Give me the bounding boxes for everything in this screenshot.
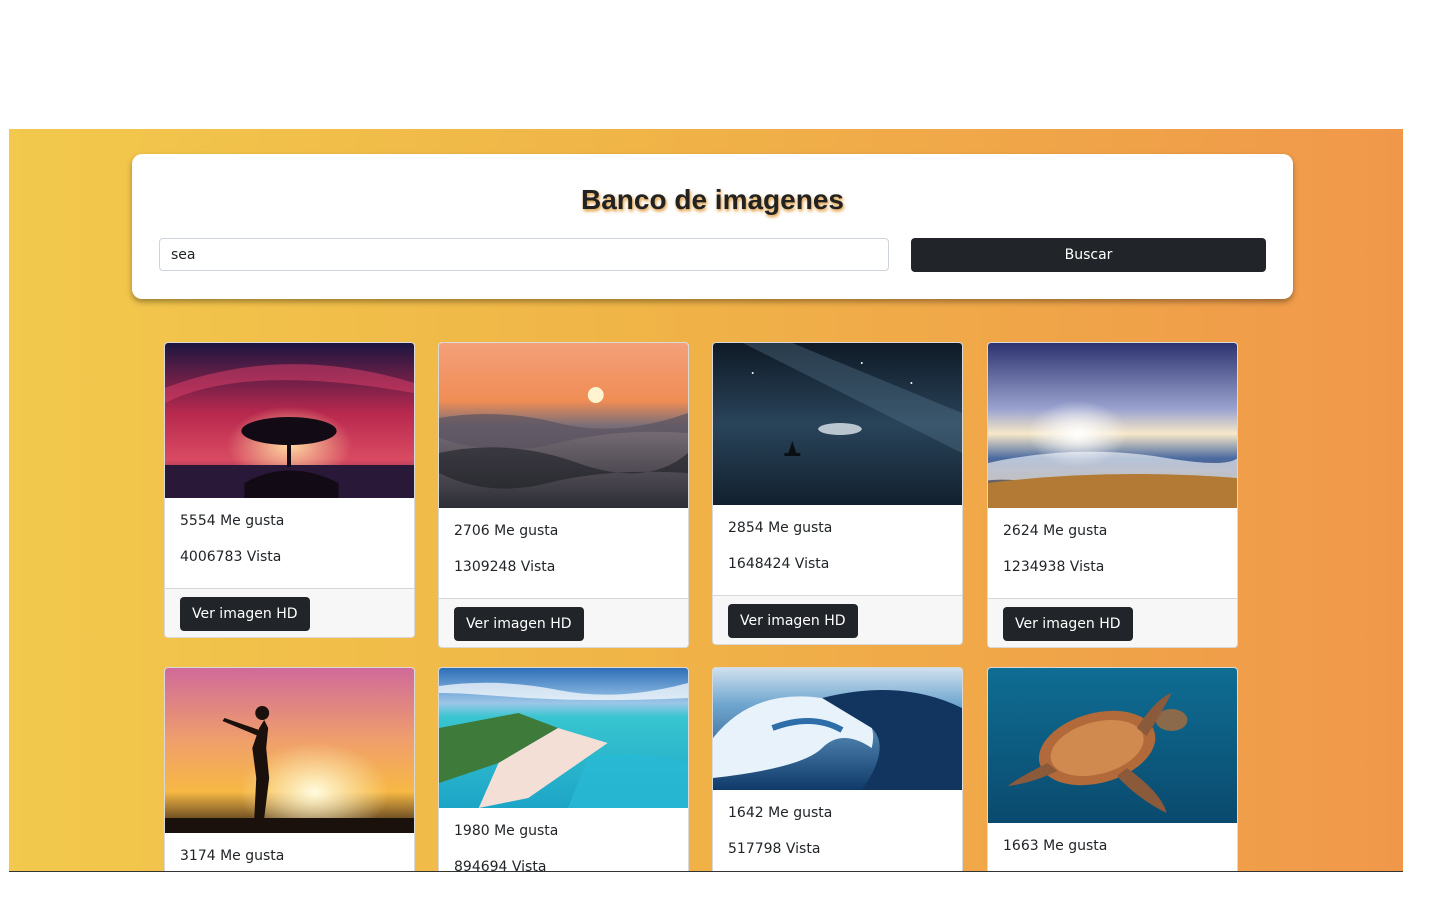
image-card: 2706 Me gusta 1309248 Vista Ver imagen H… xyxy=(438,342,689,648)
view-hd-button[interactable]: Ver imagen HD xyxy=(728,604,858,638)
view-hd-button[interactable]: Ver imagen HD xyxy=(454,607,584,641)
views-count: 894694 Vista xyxy=(454,859,547,871)
likes-count: 1663 Me gusta xyxy=(1003,838,1108,854)
card-footer: Ver imagen HD xyxy=(988,598,1237,647)
views-count: 1234938 Vista xyxy=(1003,559,1105,575)
card-footer: Ver imagen HD xyxy=(713,595,962,644)
image-card: 1663 Me gusta xyxy=(987,667,1238,871)
image-card: 1980 Me gusta 894694 Vista xyxy=(438,667,689,871)
search-input[interactable] xyxy=(159,238,889,271)
main-background: Banco de imagenes Buscar xyxy=(9,129,1403,871)
card-footer: Ver imagen HD xyxy=(439,598,688,647)
wave-image xyxy=(713,668,962,790)
views-count: 1309248 Vista xyxy=(454,559,556,575)
tropical-island-image xyxy=(439,668,688,808)
image-card: 2624 Me gusta 1234938 Vista Ver imagen H… xyxy=(987,342,1238,648)
image-card: 3174 Me gusta xyxy=(164,667,415,871)
search-button[interactable]: Buscar xyxy=(911,238,1266,272)
likes-count: 1642 Me gusta xyxy=(728,805,833,821)
view-hd-button[interactable]: Ver imagen HD xyxy=(180,597,310,631)
image-card: 5554 Me gusta 4006783 Vista Ver imagen H… xyxy=(164,342,415,638)
likes-count: 5554 Me gusta xyxy=(180,513,285,529)
views-count: 4006783 Vista xyxy=(180,549,282,565)
likes-count: 2624 Me gusta xyxy=(1003,523,1108,539)
card-footer: Ver imagen HD xyxy=(165,588,414,637)
likes-count: 2706 Me gusta xyxy=(454,523,559,539)
sea-turtle-image xyxy=(988,668,1237,823)
image-card: 1642 Me gusta 517798 Vista xyxy=(712,667,963,871)
page-title: Banco de imagenes xyxy=(581,184,844,215)
views-count: 1648424 Vista xyxy=(728,556,830,572)
likes-count: 3174 Me gusta xyxy=(180,848,285,864)
viewport-bottom-border xyxy=(9,871,1403,872)
tree-sunset-image xyxy=(165,343,414,498)
ocean-sunset-image xyxy=(439,343,688,508)
likes-count: 1980 Me gusta xyxy=(454,823,559,839)
night-sea-boat-image xyxy=(713,343,962,505)
view-hd-button[interactable]: Ver imagen HD xyxy=(1003,607,1133,641)
beach-sunrise-image xyxy=(988,343,1237,508)
image-card: 2854 Me gusta 1648424 Vista Ver imagen H… xyxy=(712,342,963,645)
views-count: 517798 Vista xyxy=(728,841,821,857)
woman-silhouette-sunset-image xyxy=(165,668,414,833)
search-header-card: Banco de imagenes Buscar xyxy=(132,154,1293,299)
likes-count: 2854 Me gusta xyxy=(728,520,833,536)
